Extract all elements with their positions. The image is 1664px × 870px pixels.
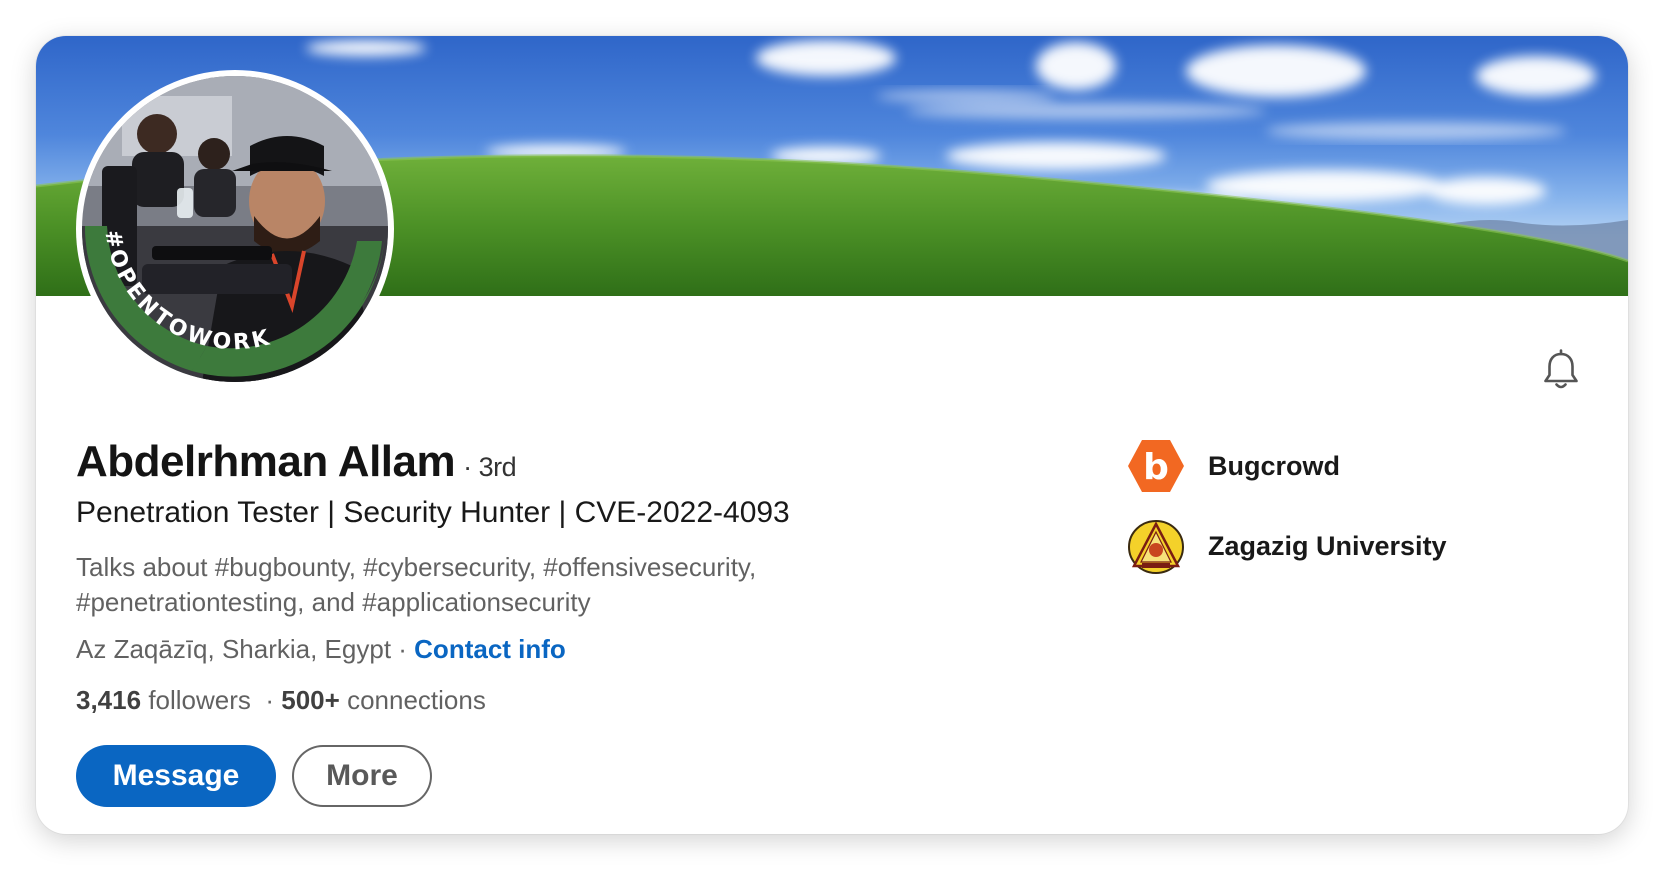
- message-button[interactable]: Message: [76, 745, 276, 807]
- org-name: Zagazig University: [1208, 530, 1447, 561]
- stats-separator: ·: [250, 685, 282, 715]
- org-name: Bugcrowd: [1208, 450, 1340, 481]
- talks-about: Talks about #bugbounty, #cybersecurity, …: [76, 550, 976, 620]
- org-item-bugcrowd[interactable]: b Bugcrowd: [1126, 436, 1340, 496]
- network-stats: 3,416 followers · 500+ connections: [76, 685, 486, 716]
- more-button[interactable]: More: [292, 745, 432, 807]
- contact-info-link[interactable]: Contact info: [414, 634, 566, 664]
- location-separator: ·: [391, 634, 415, 664]
- org-item-zagazig-university[interactable]: Zagazig University: [1126, 516, 1447, 576]
- talks-about-line: Talks about #bugbounty, #cybersecurity, …: [76, 552, 757, 582]
- profile-headline: Penetration Tester | Security Hunter | C…: [76, 496, 790, 529]
- svg-text:b: b: [1143, 447, 1169, 488]
- location-row: Az Zaqāzīq, Sharkia, Egypt · Contact inf…: [76, 634, 566, 665]
- talks-about-line: #penetrationtesting, and #applicationsec…: [76, 587, 591, 617]
- followers-count: 3,416: [76, 685, 142, 715]
- bell-icon[interactable]: [1539, 348, 1583, 392]
- connection-degree: · 3rd: [463, 452, 517, 482]
- connections-count: 500+: [281, 685, 340, 715]
- profile-card: #OPENTOWORK Abdelrhman Allam · 3rd Penet…: [36, 36, 1628, 834]
- profile-name: Abdelrhman Allam: [76, 437, 456, 486]
- location-text: Az Zaqāzīq, Sharkia, Egypt: [76, 634, 392, 664]
- followers-label[interactable]: followers: [148, 685, 251, 715]
- university-seal-icon: [1128, 520, 1184, 574]
- profile-name-row: Abdelrhman Allam · 3rd: [76, 437, 517, 487]
- profile-photo[interactable]: #OPENTOWORK: [76, 70, 394, 388]
- connections-label[interactable]: connections: [347, 685, 486, 715]
- bugcrowd-logo-icon: b: [1128, 440, 1184, 492]
- avatar[interactable]: #OPENTOWORK: [82, 76, 388, 382]
